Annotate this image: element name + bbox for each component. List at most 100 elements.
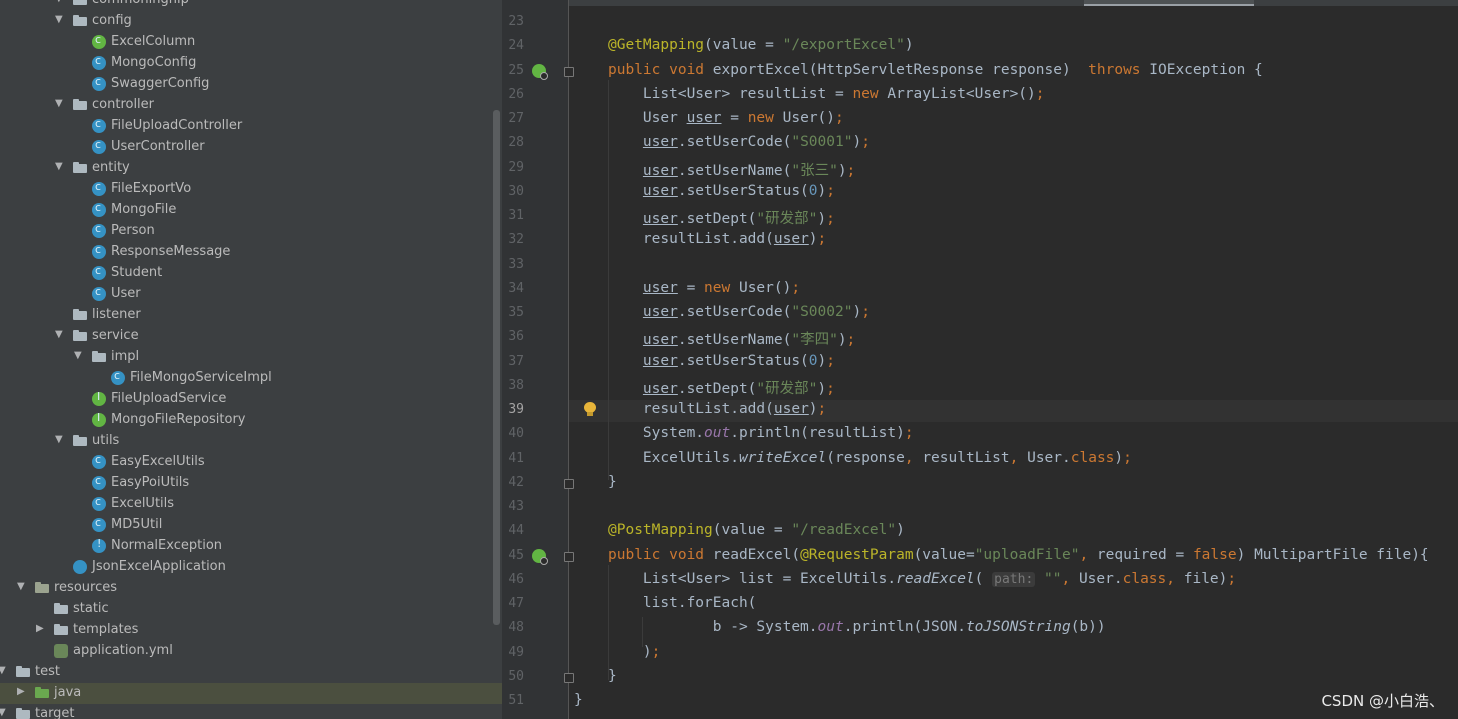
- tree-item-label: config: [92, 13, 132, 28]
- code-token: "uploadFile": [974, 546, 1080, 563]
- expand-arrow-icon[interactable]: ▼: [55, 98, 65, 109]
- tree-item[interactable]: ▼ controller: [0, 95, 502, 116]
- code-line[interactable]: public void exportExcel(HttpServletRespo…: [608, 62, 1263, 82]
- code-line[interactable]: user.setDept("研发部");: [608, 207, 835, 227]
- code-line[interactable]: user.setDept("研发部");: [608, 377, 835, 397]
- tree-item[interactable]: static: [0, 599, 502, 620]
- code-line[interactable]: user = new User();: [608, 280, 800, 300]
- code-line[interactable]: public void readExcel(@RequestParam(valu…: [608, 547, 1429, 567]
- code-line[interactable]: user.setUserName("李四");: [608, 328, 855, 348]
- tree-item-label: FileUploadController: [111, 118, 243, 133]
- collapse-arrow-icon[interactable]: ▶: [36, 623, 46, 634]
- tree-item[interactable]: SwaggerConfig: [0, 74, 502, 95]
- tree-item[interactable]: MongoFile: [0, 200, 502, 221]
- expand-arrow-icon[interactable]: ▼: [0, 707, 8, 718]
- code-line[interactable]: user.setUserCode("S0001");: [608, 134, 870, 154]
- tree-item[interactable]: UserController: [0, 137, 502, 158]
- expand-arrow-icon[interactable]: ▼: [74, 350, 84, 361]
- tree-item[interactable]: ResponseMessage: [0, 242, 502, 263]
- fold-marker-icon[interactable]: [564, 478, 574, 489]
- tree-item[interactable]: ▼ target: [0, 704, 502, 719]
- line-number: 32: [508, 232, 524, 248]
- tree-item[interactable]: ExcelColumn: [0, 32, 502, 53]
- tree-item[interactable]: ▼ commoningnip: [0, 0, 502, 11]
- tree-item[interactable]: ExcelUtils: [0, 494, 502, 515]
- expand-arrow-icon[interactable]: ▼: [55, 329, 65, 340]
- code-token: user: [642, 352, 678, 369]
- code-line[interactable]: user.setUserStatus(0);: [608, 183, 835, 203]
- code-line[interactable]: resultList.add(user);: [608, 231, 826, 251]
- code-line[interactable]: }: [608, 474, 617, 494]
- tree-item[interactable]: EasyPoiUtils: [0, 473, 502, 494]
- tree-item[interactable]: FileExportVo: [0, 179, 502, 200]
- code-token: System.: [608, 425, 705, 442]
- line-number: 36: [508, 329, 524, 345]
- code-line[interactable]: user.setUserName("张三");: [608, 159, 855, 179]
- code-line[interactable]: b -> System.out.println(JSON.toJSONStrin…: [608, 619, 1106, 639]
- tree-item[interactable]: ▼ resources: [0, 578, 502, 599]
- code-token: ,: [904, 449, 923, 466]
- code-line[interactable]: System.out.println(resultList);: [608, 425, 914, 445]
- tree-item[interactable]: ▼ service: [0, 326, 502, 347]
- interface-icon: [92, 411, 106, 427]
- tree-item[interactable]: ▼ test: [0, 662, 502, 683]
- code-editor[interactable]: 23 24 25 26 27 28 29 30 31 32 33 34 35 36 37 38 39 40 41 42…: [502, 0, 1458, 719]
- tree-item[interactable]: User: [0, 284, 502, 305]
- tree-item[interactable]: ▼ config: [0, 11, 502, 32]
- tree-item-label: listener: [92, 307, 141, 322]
- tree-item[interactable]: Person: [0, 221, 502, 242]
- request-mapping-gutter-icon[interactable]: [532, 63, 548, 80]
- code-line[interactable]: resultList.add(user);: [608, 401, 826, 421]
- active-tab[interactable]: [1084, 0, 1254, 6]
- code-line[interactable]: @PostMapping(value = "/readExcel"): [608, 522, 905, 542]
- tree-item[interactable]: EasyExcelUtils: [0, 452, 502, 473]
- code-line[interactable]: }: [608, 668, 617, 688]
- code-line[interactable]: user.setUserCode("S0002");: [608, 304, 870, 324]
- code-line[interactable]: }: [574, 692, 583, 712]
- fold-marker-icon[interactable]: [564, 551, 574, 562]
- code-line[interactable]: User user = new User();: [608, 110, 844, 130]
- tree-item[interactable]: FileMongoServiceImpl: [0, 368, 502, 389]
- tree-item[interactable]: ▼ impl: [0, 347, 502, 368]
- expand-arrow-icon[interactable]: ▼: [55, 434, 65, 445]
- expand-arrow-icon[interactable]: ▼: [0, 665, 8, 676]
- resources-folder-icon: [35, 581, 49, 595]
- tree-item[interactable]: NormalException: [0, 536, 502, 557]
- code-line[interactable]: list.forEach(: [608, 595, 757, 615]
- tree-item-label: UserController: [111, 139, 205, 154]
- code-token: new: [704, 279, 739, 296]
- tree-item[interactable]: FileUploadService: [0, 389, 502, 410]
- code-line[interactable]: );: [608, 644, 660, 664]
- code-line[interactable]: ExcelUtils.writeExcel(response, resultLi…: [608, 450, 1132, 470]
- fold-marker-icon[interactable]: [564, 66, 574, 77]
- tree-item[interactable]: MongoFileRepository: [0, 410, 502, 431]
- tree-item[interactable]: Student: [0, 263, 502, 284]
- code-line[interactable]: List<User> list = ExcelUtils.readExcel( …: [608, 571, 1236, 591]
- lightbulb-icon[interactable]: [584, 402, 596, 416]
- editor-tab-strip[interactable]: [502, 0, 1458, 6]
- code-line[interactable]: List<User> resultList = new ArrayList<Us…: [608, 86, 1045, 106]
- project-tree[interactable]: ▼ commoningnip ▼ config ExcelColumn MongoConf…: [0, 0, 502, 719]
- expand-arrow-icon[interactable]: ▼: [55, 161, 65, 172]
- code-line[interactable]: user.setUserStatus(0);: [608, 353, 835, 373]
- request-mapping-gutter-icon[interactable]: [532, 548, 548, 565]
- tree-item[interactable]: ▼ utils: [0, 431, 502, 452]
- tree-item[interactable]: application.yml: [0, 641, 502, 662]
- project-tree-scrollbar[interactable]: [493, 110, 500, 625]
- code-token: readExcel: [896, 570, 975, 587]
- tree-item[interactable]: ▶ java: [0, 683, 502, 704]
- tree-item[interactable]: ▶ templates: [0, 620, 502, 641]
- tree-item[interactable]: MD5Util: [0, 515, 502, 536]
- expand-arrow-icon[interactable]: ▼: [55, 0, 65, 4]
- tree-item[interactable]: JsonExcelApplication: [0, 557, 502, 578]
- class-icon: [92, 222, 106, 238]
- tree-item[interactable]: FileUploadController: [0, 116, 502, 137]
- expand-arrow-icon[interactable]: ▼: [55, 14, 65, 25]
- code-line[interactable]: @GetMapping(value = "/exportExcel"): [608, 37, 914, 57]
- expand-arrow-icon[interactable]: ▼: [17, 581, 27, 592]
- tree-item[interactable]: ▼ entity: [0, 158, 502, 179]
- fold-marker-icon[interactable]: [564, 672, 574, 683]
- tree-item[interactable]: listener: [0, 305, 502, 326]
- collapse-arrow-icon[interactable]: ▶: [17, 686, 27, 697]
- tree-item[interactable]: MongoConfig: [0, 53, 502, 74]
